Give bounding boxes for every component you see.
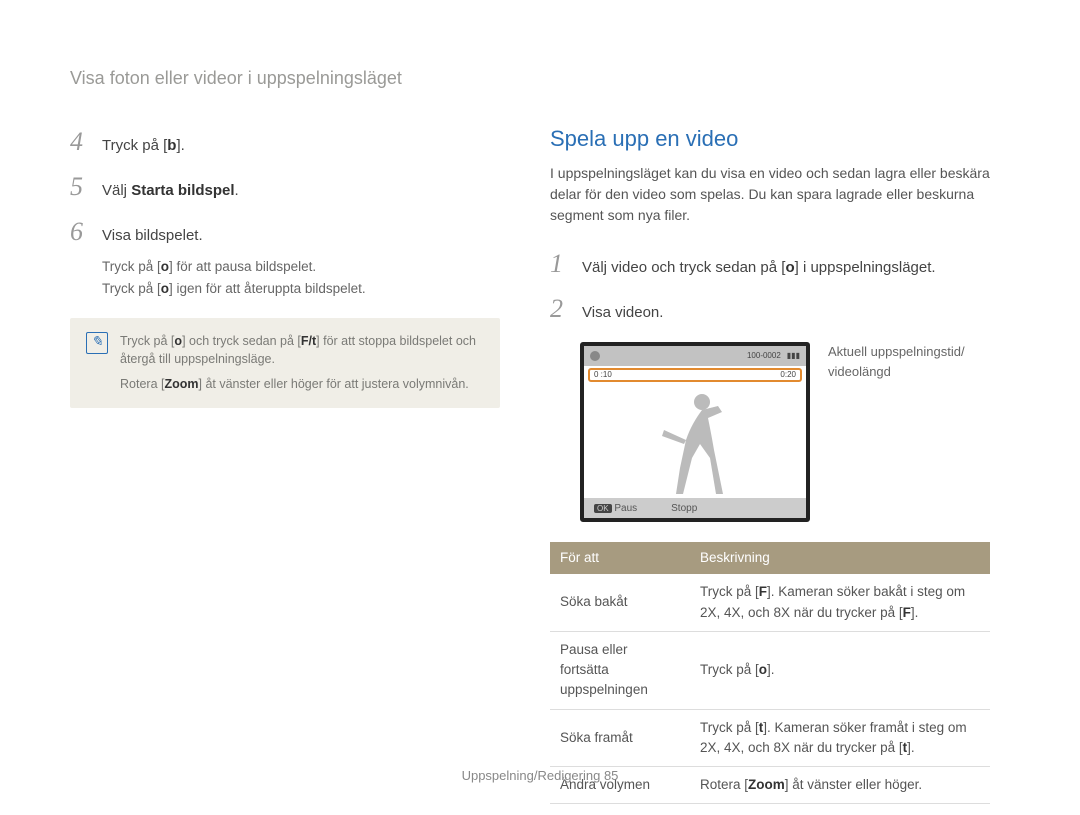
step-6-text: Visa bildspelet. [102, 225, 203, 248]
file-counter: 100-0002 [747, 350, 781, 362]
step-num-2: 2 [550, 289, 570, 328]
breadcrumb: Visa foton eller videor i uppspelningslä… [70, 65, 990, 92]
r2c1: Pausa eller fortsätta uppspelningen [550, 631, 690, 709]
step-5-text: Välj Starta bildspel. [102, 180, 239, 203]
step-num-1: 1 [550, 244, 570, 283]
page-footer: Uppspelning/Redigering 85 [0, 766, 1080, 786]
r3c1: Söka framåt [550, 709, 690, 767]
battery-icon: ▮▮▮ [787, 350, 800, 362]
subnote-1: Tryck på [o] för att pausa bildspelet. [102, 257, 500, 277]
paus-label: Paus [614, 503, 637, 514]
table-row: Söka framåt Tryck på [t]. Kameran söker … [550, 709, 990, 767]
info-line-2: Rotera [Zoom] åt vänster eller höger för… [120, 375, 484, 394]
table-row: Pausa eller fortsätta uppspelningen Tryc… [550, 631, 990, 709]
ok-badge: OK [594, 504, 612, 513]
screen-topbar: 100-0002 ▮▮▮ [584, 346, 806, 366]
th-description: Beskrivning [690, 542, 990, 574]
info-line-1: Tryck på [o] och tryck sedan på [F/t] fö… [120, 332, 484, 370]
step-2-text: Visa videon. [582, 302, 663, 325]
stopp-label: Stopp [671, 501, 697, 516]
table-row: Söka bakåt Tryck på [F]. Kameran söker b… [550, 574, 990, 631]
progress-bar: 0 :10 0:20 [588, 368, 802, 382]
video-screen-mockup: 100-0002 ▮▮▮ 0 :10 0:20 OK Paus Stopp [580, 342, 810, 522]
r1c1: Söka bakåt [550, 574, 690, 631]
intro-paragraph: I uppspelningsläget kan du visa en video… [550, 163, 990, 226]
r1c2: Tryck på [F]. Kameran söker bakåt i steg… [690, 574, 990, 631]
info-box: ✎ Tryck på [o] och tryck sedan på [F/t] … [70, 318, 500, 408]
right-column: Spela upp en video I uppspelningsläget k… [550, 122, 990, 804]
screen-botbar: OK Paus Stopp [584, 498, 806, 518]
left-column: 4 Tryck på [b]. 5 Välj Starta bildspel. … [70, 122, 500, 804]
section-heading: Spela upp en video [550, 122, 990, 155]
callout-text: Aktuell uppspelningstid/ videolängd [828, 342, 965, 381]
step-4-text: Tryck på [b]. [102, 135, 185, 158]
th-action: För att [550, 542, 690, 574]
step-num-5: 5 [70, 167, 90, 206]
r2c2: Tryck på [o]. [690, 631, 990, 709]
r3c2: Tryck på [t]. Kameran söker framåt i ste… [690, 709, 990, 767]
time-current: 0 :10 [594, 369, 612, 381]
step-num-6: 6 [70, 212, 90, 251]
dancer-figure [584, 382, 806, 498]
time-total: 0:20 [780, 369, 796, 381]
subnote-2: Tryck på [o] igen för att återuppta bild… [102, 279, 500, 299]
step-1-text: Välj video och tryck sedan på [o] i upps… [582, 257, 936, 280]
step-num-4: 4 [70, 122, 90, 161]
info-icon: ✎ [86, 332, 108, 354]
